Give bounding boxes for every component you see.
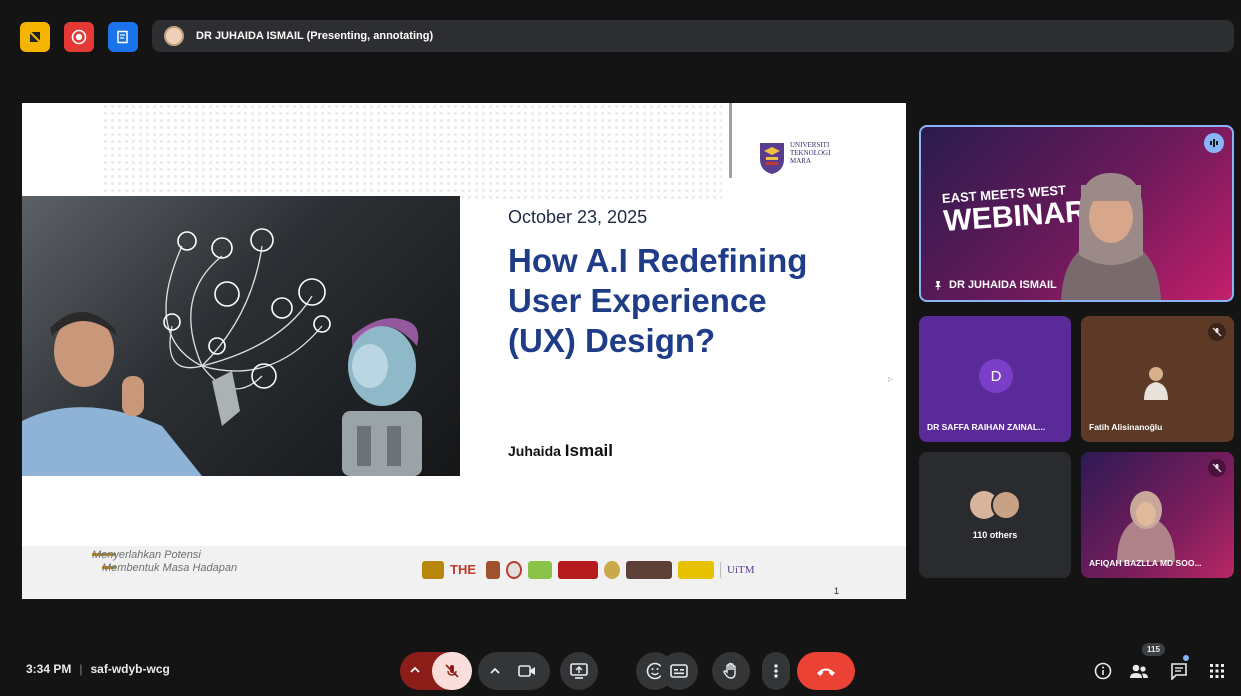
- mic-off-icon: [1208, 323, 1226, 341]
- tile-others[interactable]: 110 others: [919, 452, 1071, 578]
- tile-participant[interactable]: AFIQAH BAZLLA MD SOO...: [1081, 452, 1234, 578]
- hand-icon: [723, 662, 736, 679]
- tagline-line: Membentuk Masa Hadapan: [102, 562, 238, 574]
- partner-logo: [486, 561, 500, 579]
- partner-logo: [678, 561, 714, 579]
- leave-call-button[interactable]: [797, 652, 855, 690]
- people-button[interactable]: [1126, 658, 1152, 684]
- tagline-line: Menyerlahkan Potensi: [92, 549, 201, 561]
- partner-logo: THE: [450, 562, 476, 577]
- present-icon: [570, 663, 588, 679]
- meeting-code: saf-wdyb-wcg: [90, 662, 170, 676]
- presenter-label: DR JUHAIDA ISMAIL (Presenting, annotatin…: [196, 30, 434, 42]
- mic-off-icon: [445, 664, 459, 678]
- chat-button[interactable]: [1166, 658, 1192, 684]
- more-vertical-icon: [774, 664, 778, 678]
- chevron-up-icon[interactable]: [408, 663, 422, 677]
- university-line: TEKNOLOGI: [790, 149, 831, 157]
- participant-name: Fatih Alisinanoğlu: [1089, 422, 1163, 432]
- participant-name: DR JUHAIDA ISMAIL: [949, 279, 1057, 291]
- author-first-name: Juhaida: [508, 443, 561, 459]
- notes-icon: [117, 30, 128, 44]
- separator: |: [79, 662, 83, 676]
- slide-date: October 23, 2025: [508, 207, 648, 227]
- speaking-indicator-icon: [1204, 133, 1224, 153]
- tile-main-speaker[interactable]: EAST MEETS WEST WEBINAR DR JUHAIDA ISMAI…: [919, 125, 1234, 302]
- others-avatars: [970, 490, 1021, 520]
- record-icon: [71, 29, 87, 45]
- mic-toggle-button[interactable]: [432, 652, 472, 690]
- tile-name: DR JUHAIDA ISMAIL: [933, 279, 1057, 291]
- participant-video: [1144, 367, 1168, 400]
- present-screen-button[interactable]: [560, 652, 598, 690]
- participant-name: DR SAFFA RAIHAN ZAINAL...: [927, 422, 1046, 432]
- pen-off-icon: [28, 30, 42, 44]
- microphone-control[interactable]: [400, 652, 472, 690]
- hang-up-icon: [817, 668, 835, 676]
- presentation-slide: UNIVERSITI TEKNOLOGI MARA October 23, 20…: [22, 103, 906, 599]
- slide-tagline: Menyerlahkan Potensi Membentuk Masa Hada…: [92, 549, 237, 575]
- tile-participant[interactable]: Fatih Alisinanoğlu: [1081, 316, 1234, 442]
- camera-control[interactable]: [478, 652, 550, 690]
- slide-image: [22, 196, 460, 476]
- partner-logo: [506, 561, 522, 579]
- bottom-bar: 3:34 PM | saf-wdyb-wcg 115: [0, 636, 1241, 696]
- activities-button[interactable]: [1204, 658, 1230, 684]
- university-line: UNIVERSITI: [790, 141, 830, 149]
- chat-icon: [1171, 663, 1187, 680]
- others-count: 110 others: [972, 530, 1018, 540]
- slide-title: How A.I Redefining User Experience (UX) …: [508, 242, 808, 359]
- top-bar: DR JUHAIDA ISMAIL (Presenting, annotatin…: [0, 0, 1241, 70]
- apps-grid-icon: [1210, 664, 1224, 678]
- partner-logo: UiTM: [720, 561, 780, 579]
- info-icon: [1094, 662, 1112, 680]
- meeting-info: 3:34 PM | saf-wdyb-wcg: [26, 662, 170, 676]
- chat-notification-dot: [1183, 655, 1189, 661]
- camera-icon[interactable]: [518, 663, 536, 679]
- world-map-pattern: [102, 103, 722, 203]
- meeting-details-button[interactable]: [1090, 658, 1116, 684]
- notes-button[interactable]: [108, 22, 138, 52]
- author-last-name: Ismail: [564, 441, 613, 460]
- slide-author: Juhaida Ismail: [508, 441, 613, 461]
- captions-icon: [670, 664, 688, 678]
- record-button[interactable]: [64, 22, 94, 52]
- mic-off-icon: [1208, 459, 1226, 477]
- participant-video: [1117, 491, 1175, 562]
- network-illustration: [22, 228, 422, 476]
- uitm-crest-icon: [760, 143, 784, 174]
- tile-participant[interactable]: D DR SAFFA RAIHAN ZAINAL...: [919, 316, 1071, 442]
- current-time: 3:34 PM: [26, 662, 72, 676]
- avatar: D: [979, 359, 1013, 393]
- more-options-button[interactable]: [762, 652, 790, 690]
- captions-button[interactable]: [660, 652, 698, 690]
- partner-logos: THE UiTM: [422, 558, 780, 582]
- presenter-pill[interactable]: DR JUHAIDA ISMAIL (Presenting, annotatin…: [152, 20, 1234, 52]
- mouse-cursor-icon: ▹: [888, 374, 894, 385]
- partner-logo: [528, 561, 552, 579]
- participant-count-badge: 115: [1142, 643, 1165, 656]
- people-icon: [1130, 664, 1148, 678]
- participant-name: AFIQAH BAZLLA MD SOO...: [1089, 558, 1202, 568]
- slide-page-number: 1: [834, 586, 840, 596]
- chevron-up-icon[interactable]: [488, 664, 502, 678]
- university-line: MARA: [790, 157, 812, 165]
- stop-annotation-button[interactable]: [20, 22, 50, 52]
- partner-logo: [626, 561, 672, 579]
- raise-hand-button[interactable]: [712, 652, 750, 690]
- partner-logo: [422, 561, 444, 579]
- pin-icon: [935, 281, 941, 290]
- partner-logo: [604, 561, 620, 579]
- slide-divider: [729, 103, 732, 178]
- speaker-video: [1061, 173, 1161, 300]
- partner-logo: [558, 561, 598, 579]
- university-name: UNIVERSITI TEKNOLOGI MARA: [790, 141, 850, 165]
- presenter-avatar: [164, 26, 184, 46]
